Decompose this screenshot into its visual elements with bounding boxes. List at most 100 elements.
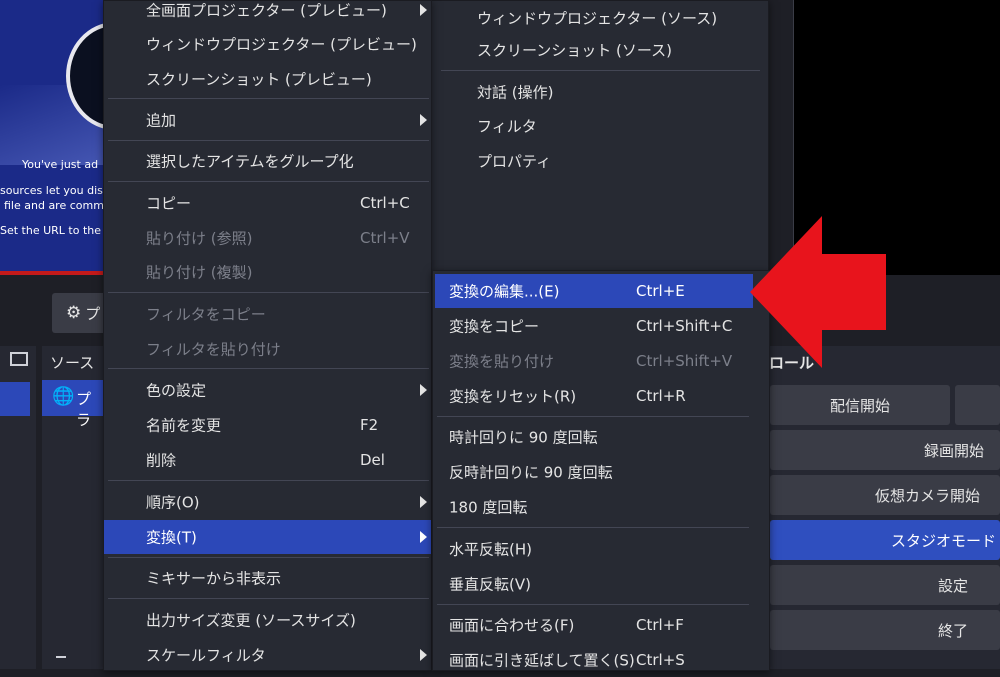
menu-item-copy-transform[interactable]: 変換をコピー Ctrl+Shift+C xyxy=(433,309,769,343)
menu-item-paste-transform: 変換を貼り付け Ctrl+Shift+V xyxy=(433,344,769,378)
menu-item-screenshot-preview[interactable]: スクリーンショット (プレビュー) xyxy=(104,62,431,96)
start-virtual-camera-label: 仮想カメラ開始 xyxy=(874,486,980,505)
menu-item-label: スクリーンショット (ソース) xyxy=(477,41,672,60)
menu-item-filters[interactable]: フィルタ xyxy=(431,109,768,143)
dock-float-icon[interactable] xyxy=(10,352,28,366)
menu-item-interact[interactable]: 対話 (操作) xyxy=(431,75,768,109)
menu-item-stretch-to-screen[interactable]: 画面に引き延ばして置く(S) Ctrl+S xyxy=(433,643,769,677)
menu-separator xyxy=(108,480,429,481)
menu-item-flip-vertical[interactable]: 垂直反転(V) xyxy=(433,567,769,601)
start-streaming-label: 配信開始 xyxy=(829,396,890,415)
menu-item-label: 180 度回転 xyxy=(449,498,528,517)
menu-item-transform[interactable]: 変換(T) xyxy=(104,520,431,554)
studio-mode-button[interactable]: スタジオモード xyxy=(770,520,1000,560)
menu-separator xyxy=(108,98,429,99)
source-context-menu: 全画面プロジェクター (プレビュー) ウィンドウプロジェクター (プレビュー) … xyxy=(103,0,432,671)
preview-text-2: sources let you dis xyxy=(0,184,103,197)
menu-item-scale-filter[interactable]: スケールフィルタ xyxy=(104,638,431,672)
settings-label: 設定 xyxy=(937,576,968,595)
menu-item-label: 貼り付け (複製) xyxy=(146,263,253,282)
menu-separator xyxy=(108,368,429,369)
menu-item-label: 変換をリセット(R) xyxy=(449,387,577,406)
menu-item-edit-transform[interactable]: 変換の編集...(E) Ctrl+E xyxy=(435,274,753,308)
menu-item-label: プロパティ xyxy=(477,152,552,171)
menu-separator xyxy=(108,292,429,293)
menu-item-label: 変換の編集...(E) xyxy=(449,282,560,301)
start-streaming-button[interactable]: 配信開始 xyxy=(770,385,950,425)
menu-item-label: 名前を変更 xyxy=(146,416,222,435)
add-source-icon[interactable] xyxy=(56,656,66,658)
exit-button[interactable]: 終了 xyxy=(770,610,1000,650)
preview-text-4: Set the URL to the xyxy=(0,224,102,237)
menu-item-window-projector-preview[interactable]: ウィンドウプロジェクター (プレビュー) xyxy=(104,27,431,61)
submenu-arrow-icon xyxy=(420,531,427,543)
menu-item-paste-reference: 貼り付け (参照) Ctrl+V xyxy=(104,221,431,255)
menu-item-label: 変換をコピー xyxy=(449,317,540,336)
preview-selection-border xyxy=(0,271,104,275)
menu-item-fit-to-screen[interactable]: 画面に合わせる(F) Ctrl+F xyxy=(433,608,769,642)
menu-separator xyxy=(108,598,429,599)
menu-item-shortcut: Ctrl+C xyxy=(360,194,410,212)
submenu-arrow-icon xyxy=(420,649,427,661)
submenu-arrow-icon xyxy=(420,496,427,508)
menu-item-delete[interactable]: 削除 Del xyxy=(104,443,431,477)
menu-item-label: 追加 xyxy=(146,111,177,130)
menu-item-shortcut: Ctrl+S xyxy=(636,651,685,669)
menu-item-shortcut: Ctrl+R xyxy=(636,387,686,405)
menu-item-label: 出力サイズ変更 (ソースサイズ) xyxy=(146,611,356,630)
menu-item-rotate-cw[interactable]: 時計回りに 90 度回転 xyxy=(433,420,769,454)
source-item-label: プラ xyxy=(76,390,92,429)
menu-item-rotate-180[interactable]: 180 度回転 xyxy=(433,490,769,524)
menu-item-copy[interactable]: コピー Ctrl+C xyxy=(104,186,431,220)
source-item-selected[interactable]: 🌐 プラ xyxy=(42,380,104,429)
arrow-pointer-icon xyxy=(750,216,886,368)
menu-item-label: ウィンドウプロジェクター (プレビュー) xyxy=(146,35,417,54)
menu-item-label: 変換を貼り付け xyxy=(449,352,555,371)
menu-item-shortcut: Ctrl+F xyxy=(636,616,684,634)
submenu-arrow-icon xyxy=(420,114,427,126)
menu-item-label: 選択したアイテムをグループ化 xyxy=(146,152,354,171)
menu-item-label: 全画面プロジェクター (プレビュー) xyxy=(146,1,387,20)
studio-mode-label: スタジオモード xyxy=(890,531,996,550)
menu-item-set-color[interactable]: 色の設定 xyxy=(104,373,431,407)
menu-item-label: フィルタを貼り付け xyxy=(146,340,281,359)
menu-item-label: スクリーンショット (プレビュー) xyxy=(146,70,372,89)
start-virtual-camera-button[interactable]: 仮想カメラ開始 xyxy=(770,475,1000,515)
menu-item-label: コピー xyxy=(146,194,192,213)
menu-item-hide-in-mixer[interactable]: ミキサーから非表示 xyxy=(104,561,431,595)
menu-item-rotate-ccw[interactable]: 反時計回りに 90 度回転 xyxy=(433,455,769,489)
menu-item-group-selected[interactable]: 選択したアイテムをグループ化 xyxy=(104,144,431,178)
menu-item-screenshot-source[interactable]: スクリーンショット (ソース) xyxy=(431,33,768,67)
menu-item-shortcut: Ctrl+Shift+V xyxy=(636,352,733,370)
settings-button[interactable]: 設定 xyxy=(770,565,1000,605)
menu-item-label: 順序(O) xyxy=(146,493,200,512)
menu-item-label: 貼り付け (参照) xyxy=(146,229,253,248)
menu-item-properties[interactable]: プロパティ xyxy=(431,144,768,178)
menu-item-add[interactable]: 追加 xyxy=(104,103,431,137)
gear-icon: ⚙ xyxy=(66,303,82,323)
menu-item-shortcut: F2 xyxy=(360,416,379,434)
preview-canvas[interactable]: You've just ad sources let you dis file … xyxy=(0,0,104,275)
menu-item-reset-transform[interactable]: 変換をリセット(R) Ctrl+R xyxy=(433,379,769,413)
menu-item-order[interactable]: 順序(O) xyxy=(104,485,431,519)
scene-item-selected[interactable] xyxy=(0,382,30,416)
menu-item-shortcut: Ctrl+Shift+C xyxy=(636,317,733,335)
menu-item-label: 画面に合わせる(F) xyxy=(449,616,575,635)
menu-item-label: 垂直反転(V) xyxy=(449,575,531,594)
menu-item-flip-horizontal[interactable]: 水平反転(H) xyxy=(433,532,769,566)
menu-separator xyxy=(437,527,749,528)
submenu-arrow-icon xyxy=(420,384,427,396)
properties-button[interactable]: ⚙ プ xyxy=(52,293,106,333)
menu-item-paste-filters: フィルタを貼り付け xyxy=(104,332,431,366)
stream-settings-button[interactable] xyxy=(955,385,1000,425)
menu-item-rename[interactable]: 名前を変更 F2 xyxy=(104,408,431,442)
menu-separator xyxy=(108,140,429,141)
menu-item-label: ウィンドウプロジェクター (ソース) xyxy=(477,9,718,28)
menu-item-window-projector-source[interactable]: ウィンドウプロジェクター (ソース) xyxy=(431,1,768,35)
menu-item-shortcut: Ctrl+V xyxy=(360,229,410,247)
start-recording-button[interactable]: 録画開始 xyxy=(770,430,1000,470)
menu-item-label: スケールフィルタ xyxy=(146,646,266,665)
menu-item-label: 対話 (操作) xyxy=(477,83,554,102)
menu-item-resize-output[interactable]: 出力サイズ変更 (ソースサイズ) xyxy=(104,603,431,637)
menu-item-fullscreen-projector-preview[interactable]: 全画面プロジェクター (プレビュー) xyxy=(104,0,431,27)
